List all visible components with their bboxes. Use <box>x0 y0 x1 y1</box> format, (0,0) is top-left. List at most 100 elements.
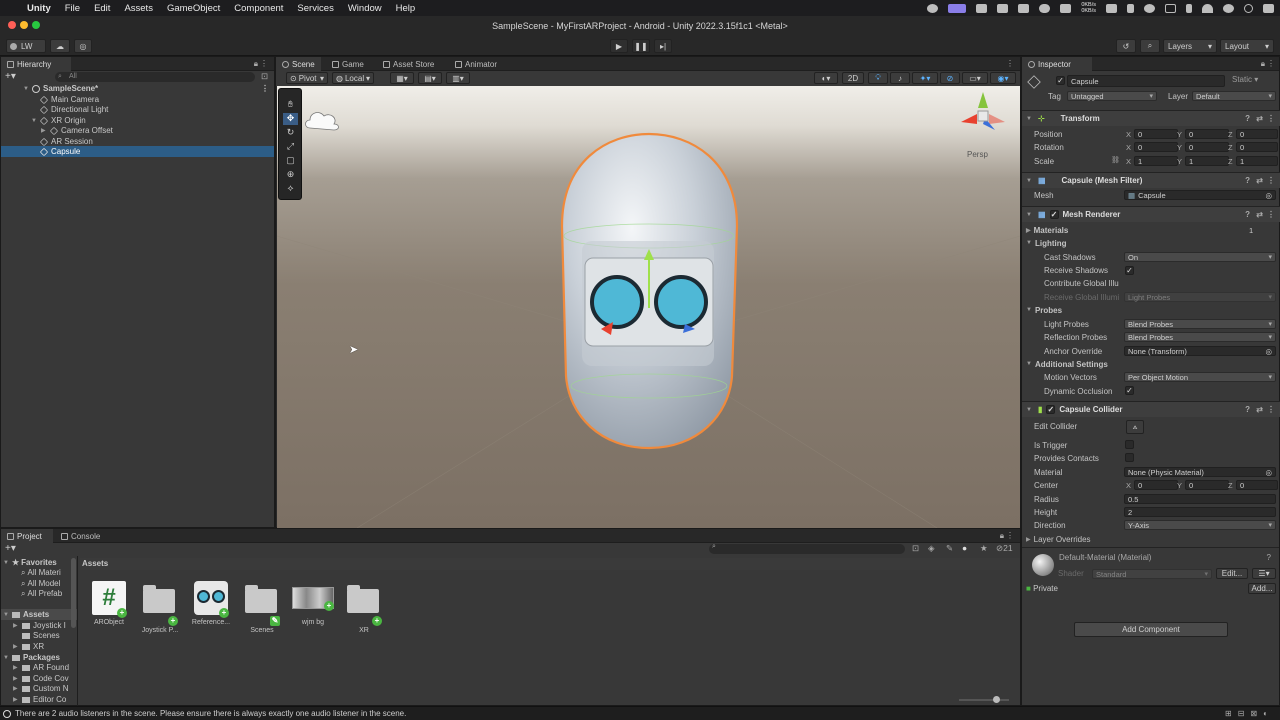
reflection-probes-dropdown[interactable]: Blend Probes <box>1124 332 1276 342</box>
materials-foldout[interactable]: ▶ Materials <box>1026 224 1068 236</box>
hierarchy-search-input[interactable]: ⌕ All <box>55 72 255 82</box>
mesh-renderer-enabled-checkbox[interactable]: ✓ <box>1049 210 1059 219</box>
light-probes-dropdown[interactable]: Blend Probes <box>1124 319 1276 329</box>
tab-project[interactable]: Project <box>1 529 53 543</box>
menu-gameobject[interactable]: GameObject <box>160 3 227 14</box>
menu-component[interactable]: Component <box>227 3 290 14</box>
mesh-renderer-header[interactable]: ▼ ▦ ✓ Mesh Renderer ? ⇄ ⋮ <box>1022 206 1280 222</box>
project-search-input[interactable]: ⌕ <box>709 543 905 554</box>
active-checkbox[interactable]: ✓ <box>1056 76 1065 85</box>
link-icon[interactable]: ⛓︎ <box>1111 156 1120 164</box>
menu-file[interactable]: File <box>58 3 87 14</box>
add-component-button[interactable]: Add Component <box>1074 622 1228 637</box>
help-icon[interactable]: ? <box>1245 176 1250 185</box>
add-icon[interactable]: +▾ <box>5 71 16 82</box>
status-item-icon[interactable] <box>1106 3 1117 13</box>
status-item-icon[interactable] <box>927 3 939 13</box>
favorite-item[interactable]: ⌕ All Prefab <box>21 588 62 599</box>
bluetooth-icon[interactable] <box>1186 3 1192 13</box>
asset-item-joystick-pack[interactable]: + Joystick P... <box>137 581 183 634</box>
collider-material-field[interactable]: None (Physic Material) ◎ <box>1124 467 1276 477</box>
rotation-z-field[interactable]: 0 <box>1236 142 1278 152</box>
hidden-objects-icon[interactable]: ⊘ <box>940 72 960 84</box>
status-item-icon[interactable] <box>1127 3 1134 13</box>
search-button[interactable]: ⌕ <box>1140 39 1160 53</box>
hidden-packages-badge[interactable]: ⊘21 <box>996 543 1013 554</box>
scale-x-field[interactable]: 1 <box>1134 156 1178 166</box>
assets-folder[interactable]: ▼ Assets <box>1 609 77 620</box>
layout-dropdown[interactable]: Layout ▾ <box>1220 39 1274 53</box>
rotate-tool-icon[interactable]: ↻ <box>283 127 298 139</box>
more-options-icon[interactable]: ⋮ <box>1267 405 1275 414</box>
edit-shader-button[interactable]: Edit... <box>1216 568 1248 579</box>
move-tool-icon[interactable]: ✥ <box>283 113 298 125</box>
tab-inspector[interactable]: Inspector <box>1022 57 1092 71</box>
help-icon[interactable]: ? <box>1245 210 1250 219</box>
screen-record-icon[interactable] <box>948 3 967 13</box>
tag-dropdown[interactable]: Untagged <box>1067 91 1157 101</box>
mesh-field[interactable]: ▦ Capsule ◎ <box>1124 190 1276 200</box>
more-options-icon[interactable]: ⋮ <box>1267 114 1275 123</box>
more-options-icon[interactable]: ⋮ <box>1267 210 1275 219</box>
toggle-2d-button[interactable]: 2D <box>842 72 864 84</box>
help-icon[interactable]: ? <box>1245 405 1250 414</box>
rotation-y-field[interactable]: 0 <box>1185 142 1229 152</box>
cloud-button[interactable]: ☁ <box>50 39 70 53</box>
scale-tool-icon[interactable]: ⤢ <box>283 141 298 153</box>
hierarchy-item-camera-offset[interactable]: ▶ Camera Offset <box>41 125 113 136</box>
menu-window[interactable]: Window <box>341 3 389 14</box>
close-window-button[interactable] <box>8 21 16 29</box>
collab-button[interactable]: ◎ <box>74 39 92 53</box>
receive-shadows-checkbox[interactable]: ✓ <box>1125 266 1134 275</box>
tab-console[interactable]: Console <box>55 529 106 543</box>
lock-icon[interactable]: 🔒︎ <box>254 59 258 69</box>
tab-asset-store[interactable]: Asset Store <box>377 57 440 71</box>
status-item-icon[interactable] <box>976 3 988 13</box>
capsule-collider-header[interactable]: ▼ ▮ ✓ Capsule Collider ? ⇄ ⋮ <box>1022 401 1280 417</box>
more-options-icon[interactable]: ⋮ <box>261 84 269 93</box>
scale-y-field[interactable]: 1 <box>1185 156 1229 166</box>
user-icon[interactable] <box>1223 3 1234 13</box>
hierarchy-filter-icon[interactable]: ⊡ <box>261 71 268 82</box>
status-item-icon[interactable] <box>1060 3 1072 13</box>
layer-dropdown[interactable]: Default <box>1192 91 1276 101</box>
motion-vectors-dropdown[interactable]: Per Object Motion <box>1124 372 1276 382</box>
pause-button[interactable]: ❚❚ <box>632 39 650 53</box>
info-icon[interactable]: ● <box>962 543 967 553</box>
object-name-field[interactable]: Capsule <box>1067 75 1225 87</box>
tab-hierarchy[interactable]: Hierarchy <box>1 57 71 71</box>
lock-icon[interactable]: 🔒︎ <box>1261 59 1265 69</box>
center-y-field[interactable]: 0 <box>1185 480 1229 490</box>
status-item-icon[interactable] <box>997 3 1009 13</box>
preset-icon[interactable]: ⇄ <box>1256 405 1263 414</box>
rect-tool-icon[interactable]: ▢ <box>283 155 298 167</box>
draw-mode-button[interactable]: ◐▾ <box>814 72 838 84</box>
persp-label[interactable]: Persp <box>967 150 988 159</box>
mesh-filter-header[interactable]: ▼ ▦ Capsule (Mesh Filter) ? ⇄ ⋮ <box>1022 172 1280 188</box>
object-picker-icon[interactable]: ◎ <box>1265 347 1272 356</box>
audio-toggle-icon[interactable]: ♪ <box>890 72 910 84</box>
app-menu[interactable]: Unity <box>20 3 58 14</box>
more-options-icon[interactable]: ⋮ <box>1267 176 1275 185</box>
status-item-icon[interactable] <box>1018 3 1030 13</box>
shader-menu-button[interactable]: ☰▾ <box>1252 568 1276 579</box>
preset-icon[interactable]: ⇄ <box>1256 114 1263 123</box>
scale-z-field[interactable]: 1 <box>1236 156 1278 166</box>
tab-scene[interactable]: Scene <box>276 57 321 71</box>
material-title[interactable]: Default-Material (Material) <box>1059 553 1151 562</box>
center-z-field[interactable]: 0 <box>1236 480 1278 490</box>
rotation-x-field[interactable]: 0 <box>1134 142 1178 152</box>
asset-folder-item[interactable]: Scenes <box>22 630 60 641</box>
chevron-right-icon[interactable]: ▶ <box>41 127 50 134</box>
tab-animator[interactable]: Animator <box>449 57 503 71</box>
more-options-icon[interactable]: ⋮ <box>1267 59 1275 68</box>
add-label-button[interactable]: Add... <box>1248 583 1276 594</box>
menu-assets[interactable]: Assets <box>117 3 160 14</box>
tab-game[interactable]: Game <box>326 57 370 71</box>
favorite-item[interactable]: ⌕ All Materi <box>21 567 61 578</box>
add-icon[interactable]: +▾ <box>5 543 16 554</box>
layer-overrides-foldout[interactable]: ▶ Layer Overrides <box>1026 533 1091 545</box>
chevron-down-icon[interactable]: ▼ <box>23 86 32 92</box>
lighting-toggle-icon[interactable]: 💡︎ <box>868 72 888 84</box>
lock-icon[interactable]: 🔒︎ <box>1000 531 1004 541</box>
